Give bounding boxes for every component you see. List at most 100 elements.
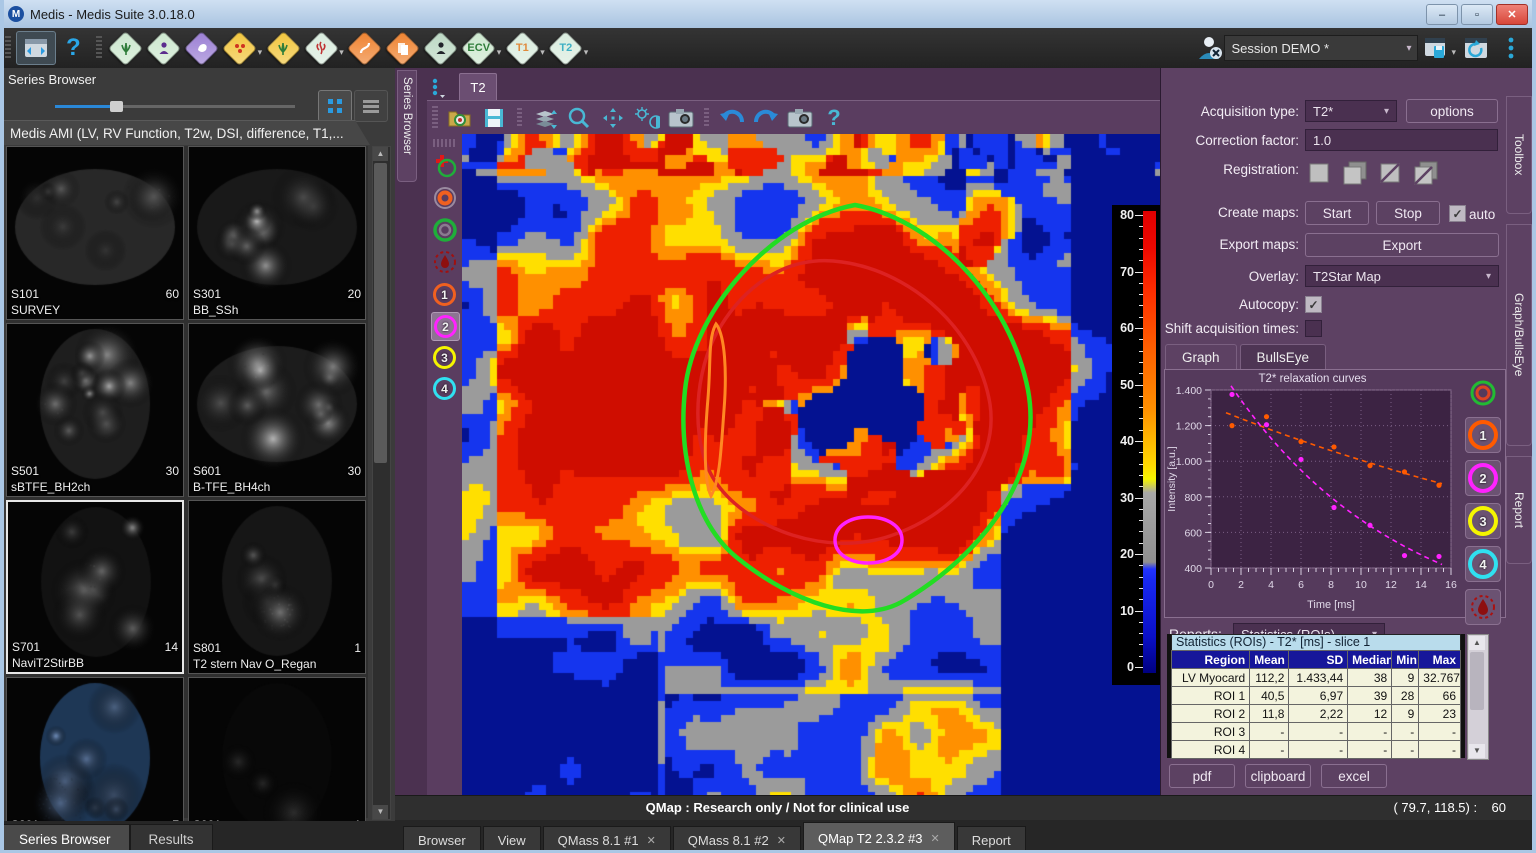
app-ecv-icon[interactable]: ECV (462, 31, 496, 65)
roi3-button[interactable]: 3 (1465, 503, 1501, 539)
side-tab-toolbox[interactable]: Toolbox (1506, 96, 1532, 214)
t2-map-image[interactable]: 01020304050607080 (462, 134, 1160, 795)
series-thumbnail-s301-1[interactable]: S30120BB_SSh (188, 146, 366, 320)
thumbnail-scrollbar[interactable]: ▲ ▼ (372, 146, 391, 820)
thumbnail-size-slider[interactable] (55, 101, 295, 111)
table-scroll-thumb[interactable] (1470, 652, 1484, 710)
registration-stack-icon[interactable] (1341, 160, 1371, 186)
roi3-tool[interactable]: 3 (431, 344, 458, 371)
maximize-button[interactable]: ▫ (1461, 4, 1493, 25)
roi2-button[interactable]: 2 (1465, 460, 1501, 496)
viewport-tab-t2[interactable]: T2 (459, 73, 497, 100)
tab-graph[interactable]: Graph (1165, 344, 1237, 370)
pdf-button[interactable]: pdf (1169, 764, 1235, 788)
redo-icon[interactable] (751, 105, 781, 131)
app-review-icon[interactable] (424, 31, 458, 65)
clipboard-button[interactable]: clipboard (1245, 764, 1311, 788)
app-t2-icon[interactable]: T2 (549, 31, 583, 65)
app-t2-dropdown-caret[interactable]: ▾ (584, 47, 589, 58)
series-thumbnail-s601-3[interactable]: S60130B-TFE_BH4ch (188, 323, 366, 497)
table-scroll-down-icon[interactable]: ▼ (1469, 744, 1485, 758)
app-qangio-xa-dropdown-caret[interactable]: ▾ (258, 47, 263, 58)
app-t1-icon[interactable]: T1 (505, 31, 539, 65)
layers-icon[interactable] (530, 105, 560, 131)
left-tab-results[interactable]: Results (130, 824, 213, 853)
left-tab-series-browser[interactable]: Series Browser (0, 824, 130, 853)
reset-layout-icon[interactable] (1462, 34, 1492, 62)
grid-view-button[interactable] (318, 90, 352, 122)
app-qflow-icon[interactable] (304, 31, 338, 65)
roi4-tool[interactable]: 4 (431, 375, 458, 402)
stats-table-scrollbar[interactable]: ▲ ▼ (1467, 634, 1489, 760)
series-thumbnail-s801-5[interactable]: S8011T2 stern Nav O_Regan (188, 500, 366, 674)
registration-shift-icon[interactable] (1378, 160, 1405, 186)
study-source-tab[interactable]: Medis AMI (LV, RV Function, T2w, DSI, di… (0, 120, 380, 145)
snapshot2-icon[interactable] (785, 105, 815, 131)
table-scroll-up-icon[interactable]: ▲ (1469, 636, 1485, 650)
open-icon[interactable] (445, 105, 475, 131)
workspace-tab-report[interactable]: Report (957, 826, 1026, 853)
app-ecv-dropdown-caret[interactable]: ▾ (497, 47, 502, 58)
autocopy-checkbox[interactable]: ✓ (1305, 296, 1322, 313)
endo-contour-icon[interactable] (431, 184, 458, 211)
zoom-icon[interactable] (564, 105, 594, 131)
workspace-tab-qmass-8-1-2[interactable]: QMass 8.1 #2✕ (673, 826, 801, 853)
close-button[interactable]: ✕ (1496, 4, 1528, 25)
layout-button[interactable] (16, 31, 56, 65)
app-qstrain-icon[interactable] (147, 31, 181, 65)
user-session-icon[interactable] (1196, 35, 1224, 61)
roi1-button[interactable]: 1 (1465, 417, 1501, 453)
roi4-button[interactable]: 4 (1465, 546, 1501, 582)
auto-checkbox[interactable]: ✓ (1449, 205, 1466, 222)
app-qangio-xa-icon[interactable] (223, 31, 257, 65)
shift-times-checkbox[interactable] (1305, 320, 1322, 337)
tab-close-icon[interactable]: ✕ (931, 832, 940, 845)
help-icon[interactable]: ? (819, 105, 849, 131)
app-q3d-icon[interactable] (185, 31, 219, 65)
blood-pool-button[interactable] (1465, 589, 1501, 625)
series-thumbnail-s101-0[interactable]: S10160SURVEY (6, 146, 184, 320)
workspace-tab-browser[interactable]: Browser (403, 826, 481, 853)
acquisition-type-dropdown[interactable]: T2*▾ (1305, 100, 1397, 122)
help-icon[interactable]: ? (66, 34, 81, 62)
kebab-menu-icon[interactable] (1496, 34, 1526, 62)
scroll-down-icon[interactable]: ▼ (373, 805, 388, 819)
session-dropdown[interactable]: Session DEMO * ▾ (1224, 35, 1418, 61)
workspace-tab-view[interactable]: View (483, 826, 541, 853)
slider-handle[interactable] (110, 101, 123, 112)
save-layout-icon[interactable] (1422, 34, 1452, 62)
series-browser-vertical-tab[interactable]: Series Browser (397, 70, 417, 182)
overlay-dropdown[interactable]: T2Star Map▾ (1305, 265, 1499, 287)
save-icon[interactable] (479, 105, 509, 131)
stop-button[interactable]: Stop (1376, 201, 1440, 225)
start-button[interactable]: Start (1305, 201, 1369, 225)
tab-close-icon[interactable]: ✕ (777, 834, 786, 847)
app-docs-icon[interactable] (386, 31, 420, 65)
viewport-menu-icon[interactable] (427, 76, 451, 100)
blood-pool-icon[interactable] (431, 248, 458, 275)
app-qmass-icon[interactable] (109, 31, 143, 65)
workspace-tab-qmap-t2-2-3-2-3[interactable]: QMap T2 2.3.2 #3✕ (803, 822, 955, 853)
excel-button[interactable]: excel (1321, 764, 1387, 788)
correction-factor-input[interactable]: 1.0 (1305, 129, 1498, 151)
roi2-tool[interactable]: 2 (431, 312, 460, 341)
scroll-up-icon[interactable]: ▲ (373, 147, 388, 161)
contrast-icon[interactable] (632, 105, 662, 131)
add-contour-icon[interactable] (431, 152, 458, 179)
pan-icon[interactable] (598, 105, 628, 131)
side-tab-report[interactable]: Report (1506, 456, 1532, 564)
save-layout-caret[interactable]: ▾ (1451, 47, 1456, 58)
app-qtavi-icon[interactable] (348, 31, 382, 65)
export-button[interactable]: Export (1305, 233, 1499, 257)
registration-stack-shift-icon[interactable] (1412, 160, 1442, 186)
list-view-button[interactable] (354, 90, 388, 122)
undo-icon[interactable] (717, 105, 747, 131)
options-button[interactable]: options (1406, 99, 1498, 123)
series-thumbnail-s701-4[interactable]: S70114NaviT2StirBB (6, 500, 184, 674)
workspace-tab-qmass-8-1-1[interactable]: QMass 8.1 #1✕ (543, 826, 671, 853)
tab-close-icon[interactable]: ✕ (647, 834, 656, 847)
scrollbar-thumb[interactable] (374, 163, 387, 463)
app-qflow-dropdown-caret[interactable]: ▾ (339, 47, 344, 58)
registration-none-icon[interactable] (1307, 160, 1334, 186)
tab-bullseye[interactable]: BullsEye (1240, 344, 1327, 370)
